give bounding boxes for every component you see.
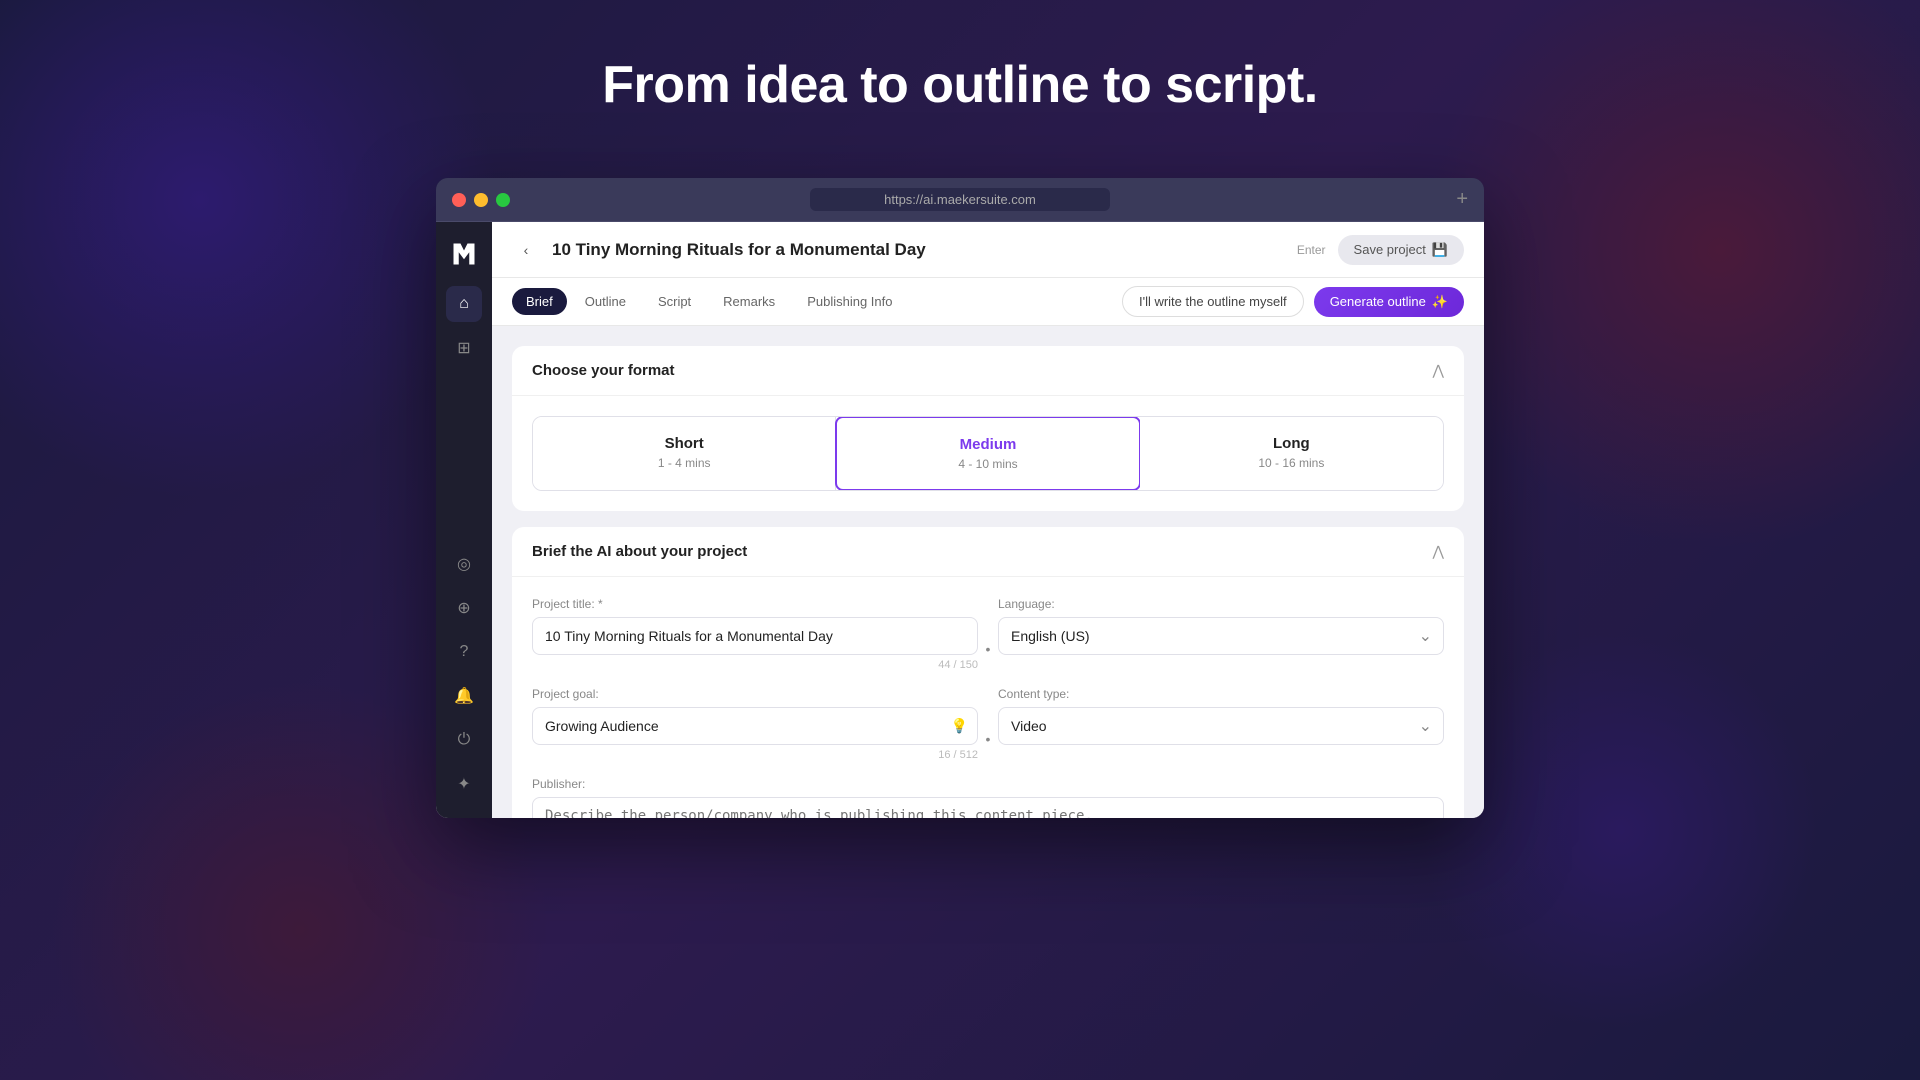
topbar: ‹ 10 Tiny Morning Rituals for a Monument… [492,222,1484,278]
format-grid: Short 1 - 4 mins Medium 4 - 10 mins Long… [532,416,1444,491]
project-goal-input-wrapper: 💡 [532,707,978,745]
save-label: Save project [1354,242,1426,257]
grid-icon: ⊞ [457,338,470,358]
tab-brief[interactable]: Brief [512,288,567,315]
format-section: Choose your format ⋀ Short 1 - 4 mins Me… [512,346,1464,511]
format-medium-name: Medium [857,436,1118,453]
sidebar-item-target[interactable]: ◎ [446,546,482,582]
save-project-button[interactable]: Save project 💾 [1338,235,1464,265]
brief-section-title: Brief the AI about your project [532,543,747,560]
content-area: Choose your format ⋀ Short 1 - 4 mins Me… [492,326,1484,818]
project-goal-count: 16 / 512 [532,749,978,761]
project-title-group: Project title: * 44 / 150 [532,597,978,671]
address-bar[interactable]: https://ai.maekersuite.com [810,188,1110,211]
sidebar-item-discord[interactable]: ⊕ [446,590,482,626]
format-chevron-icon[interactable]: ⋀ [1433,362,1444,379]
url-text: https://ai.maekersuite.com [884,192,1036,207]
project-title: 10 Tiny Morning Rituals for a Monumental… [552,240,1285,260]
sidebar-item-notifications[interactable]: 🔔 [446,678,482,714]
project-title-input[interactable] [532,617,978,655]
project-goal-group: Project goal: 💡 16 / 512 [532,687,978,761]
content-type-group: Content type: Video ⌄ [998,687,1444,761]
format-option-short[interactable]: Short 1 - 4 mins [533,417,836,490]
hero-title: From idea to outline to script. [602,55,1317,115]
sidebar-item-settings[interactable]: ✦ [446,766,482,802]
content-type-label: Content type: [998,687,1444,701]
format-long-name: Long [1160,435,1423,452]
format-long-sub: 10 - 16 mins [1160,456,1423,470]
tab-outline[interactable]: Outline [571,288,640,315]
language-label: Language: [998,597,1444,611]
generate-outline-button[interactable]: Generate outline ✨ [1314,287,1464,317]
format-section-title: Choose your format [532,362,675,379]
brief-section-body: Project title: * 44 / 150 • Language: [512,577,1464,818]
format-option-medium[interactable]: Medium 4 - 10 mins [835,416,1140,491]
tabs-bar: Brief Outline Script Remarks Publishing … [492,278,1484,326]
publisher-group: Publisher: 0 / 1024 [532,777,1444,818]
format-section-header: Choose your format ⋀ [512,346,1464,396]
project-goal-label: Project goal: [532,687,978,701]
sidebar-logo [448,238,480,270]
brief-section: Brief the AI about your project ⋀ Projec… [512,527,1464,818]
power-icon: ⏻ [458,731,471,749]
row-divider-2: • [978,687,998,761]
format-short-name: Short [553,435,815,452]
main-content: ‹ 10 Tiny Morning Rituals for a Monument… [492,222,1484,818]
format-option-long[interactable]: Long 10 - 16 mins [1140,417,1443,490]
tabs-actions: I'll write the outline myself Generate o… [1122,286,1464,317]
content-type-select-wrapper: Video ⌄ [998,707,1444,745]
save-icon: 💾 [1432,242,1448,258]
sidebar: ⌂ ⊞ ◎ ⊕ ? 🔔 ⏻ [436,222,492,818]
tab-remarks[interactable]: Remarks [709,288,789,315]
format-short-sub: 1 - 4 mins [553,456,815,470]
required-marker: * [598,597,603,611]
discord-icon: ⊕ [457,598,470,618]
home-icon: ⌂ [459,295,469,313]
browser-chrome: https://ai.maekersuite.com + [436,178,1484,222]
language-select[interactable]: English (US) [998,617,1444,655]
maximize-button[interactable] [496,193,510,207]
minimize-button[interactable] [474,193,488,207]
enter-label: Enter [1297,243,1326,257]
project-goal-input[interactable] [532,707,978,745]
lightbulb-icon: 💡 [951,718,968,735]
bell-icon: 🔔 [454,686,474,706]
project-title-count: 44 / 150 [532,659,978,671]
sparkle-icon: ✨ [1432,294,1448,310]
form-row-goal-content: Project goal: 💡 16 / 512 • Content type: [532,687,1444,761]
sidebar-item-home[interactable]: ⌂ [446,286,482,322]
brief-chevron-icon[interactable]: ⋀ [1433,543,1444,560]
language-group: Language: English (US) ⌄ [998,597,1444,671]
help-icon: ? [460,643,469,661]
target-icon: ◎ [457,554,471,574]
tab-script[interactable]: Script [644,288,705,315]
sidebar-item-power[interactable]: ⏻ [446,722,482,758]
sidebar-item-dashboard[interactable]: ⊞ [446,330,482,366]
new-tab-button[interactable]: + [1456,188,1468,211]
language-select-wrapper: English (US) ⌄ [998,617,1444,655]
back-button[interactable]: ‹ [512,236,540,264]
content-type-select[interactable]: Video [998,707,1444,745]
sidebar-bottom: ◎ ⊕ ? 🔔 ⏻ ✦ [446,546,482,802]
format-section-body: Short 1 - 4 mins Medium 4 - 10 mins Long… [512,396,1464,511]
settings-icon: ✦ [457,774,470,794]
browser-window: https://ai.maekersuite.com + ⌂ ⊞ ◎ [436,178,1484,818]
sidebar-item-help[interactable]: ? [446,634,482,670]
project-title-label: Project title: * [532,597,978,611]
row-divider: • [978,597,998,671]
form-row-title-language: Project title: * 44 / 150 • Language: [532,597,1444,671]
write-myself-button[interactable]: I'll write the outline myself [1122,286,1304,317]
brief-section-header: Brief the AI about your project ⋀ [512,527,1464,577]
publisher-label: Publisher: [532,777,1444,791]
traffic-lights [452,193,510,207]
app-container: ⌂ ⊞ ◎ ⊕ ? 🔔 ⏻ [436,222,1484,818]
tab-publishing[interactable]: Publishing Info [793,288,906,315]
close-button[interactable] [452,193,466,207]
format-medium-sub: 4 - 10 mins [857,457,1118,471]
publisher-textarea[interactable] [532,797,1444,818]
